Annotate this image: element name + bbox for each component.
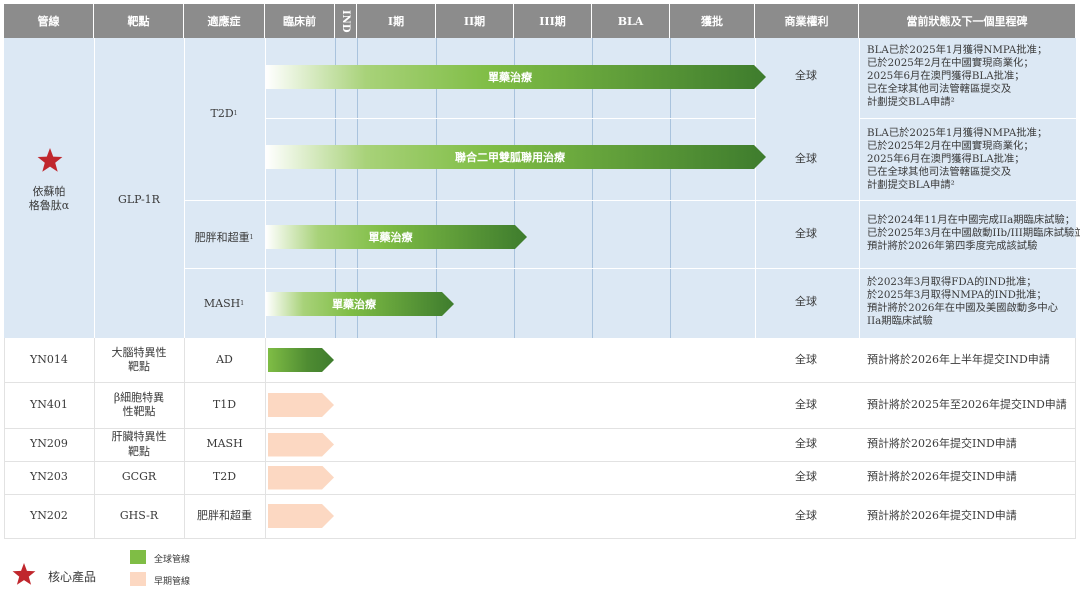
row-milestone: 預計將於2026年提交IND申請: [867, 437, 1017, 451]
row-milestone: 預計將於2025年至2026年提交IND申請: [867, 397, 1067, 411]
band-divider-2: [265, 38, 266, 338]
band-separator-0: [184, 200, 1076, 201]
row-target: GHS-R: [119, 508, 159, 522]
legend-global-label: 全球管線: [154, 555, 191, 565]
row-col-divider: [265, 338, 266, 382]
row-col-divider: [265, 461, 266, 494]
header-3: 臨床前: [265, 4, 335, 38]
rights-mash: 全球: [795, 294, 817, 308]
row-col-divider: [265, 494, 266, 538]
header-8: BLA: [592, 4, 670, 38]
row-bar: [268, 393, 334, 417]
core-product-target: GLP-1R: [118, 192, 160, 206]
header-6: II期: [436, 4, 514, 38]
star-icon: [37, 148, 63, 172]
bar-mash-monotherapy: 單藥治療: [266, 292, 454, 316]
band-divider-4: [859, 38, 860, 338]
legend-early-label: 早期管線: [154, 577, 191, 587]
row-bar: [268, 466, 334, 490]
header-11: 當前狀態及下一個里程碑: [859, 4, 1076, 38]
header-1: 靶點: [94, 4, 184, 38]
bar-t2d-combination: 聯合二甲雙胍聯用治療: [266, 145, 766, 169]
row-indication: 肥胖和超重: [197, 508, 252, 522]
legend-core-label: 核心產品: [48, 570, 97, 584]
header-0: 管線: [4, 4, 94, 38]
row-target: β細胞特異 性靶點: [113, 390, 165, 418]
row-bar: [268, 504, 334, 528]
row-rights: 全球: [795, 352, 817, 366]
pipeline-table: 管線 靶點 適應症 臨床前 IND I期 II期 III期 BLA 獲批 商業權利 當前狀態及下一個里…: [4, 4, 1080, 539]
header-7: III期: [514, 4, 592, 38]
row-target: GCGR: [121, 470, 157, 484]
header-10: 商業權利: [755, 4, 859, 38]
row-name: YN203: [30, 470, 68, 484]
header-5: I期: [357, 4, 436, 38]
row-rights: 全球: [795, 470, 817, 484]
row-milestone: 預計將於2026年上半年提交IND申請: [867, 352, 1050, 366]
row-target: 肝臟特異性 靶點: [111, 430, 167, 458]
row-target: 大腦特異性 靶點: [111, 345, 167, 373]
star-icon: [12, 563, 36, 585]
row-name: YN014: [30, 352, 68, 366]
milestone-t2d-combination: BLA已於2025年1月獲得NMPA批准； 已於2025年2月在中國實現商業化；…: [867, 127, 1048, 192]
rights-t2d-monotherapy: 全球: [795, 68, 817, 82]
row-indication: T2D: [212, 470, 237, 484]
row-indication: T1D: [212, 397, 237, 411]
row-name: YN202: [30, 508, 68, 522]
row-indication: MASH: [206, 437, 243, 451]
header-9: 獲批: [670, 4, 755, 38]
header-4: IND: [335, 4, 357, 38]
indication-t2d: T2D 1: [210, 106, 238, 120]
bar-t2d-monotherapy: 單藥治療: [266, 65, 766, 89]
row-col-divider: [265, 428, 266, 461]
bar-obesity-monotherapy: 單藥治療: [266, 225, 527, 249]
row-milestone: 預計將於2026年提交IND申請: [867, 508, 1017, 522]
row-name: YN401: [30, 397, 68, 411]
row-name: YN209: [30, 437, 68, 451]
row-milestone: 預計將於2026年提交IND申請: [867, 470, 1017, 484]
band-divider-0: [94, 38, 95, 338]
row-rights: 全球: [795, 397, 817, 411]
milestone-obesity: 已於2024年11月在中國完成IIa期臨床試驗； 已於2025年3月在中國啟動I…: [867, 214, 1080, 253]
milestone-mash: 於2023年3月取得FDA的IND批准； 於2025年3月取得NMPA的IND批…: [867, 276, 1058, 328]
row-rights: 全球: [795, 437, 817, 451]
header-2: 適應症: [184, 4, 265, 38]
rights-t2d-combination: 全球: [795, 151, 817, 165]
row-rights: 全球: [795, 508, 817, 522]
indication-obesity: 肥胖和超重 1: [194, 230, 254, 244]
row-bar: [268, 433, 334, 457]
band-separator-1: [184, 268, 1076, 269]
band-divider-1: [184, 38, 185, 338]
rights-obesity: 全球: [795, 226, 817, 240]
row-separator: [4, 538, 1076, 539]
row-col-divider: [265, 382, 266, 428]
band-separator-3: [859, 118, 1076, 119]
indication-mash: MASH 1: [203, 296, 245, 310]
row-indication: AD: [216, 352, 233, 366]
row-bar: [268, 348, 334, 372]
legend-global-swatch: [130, 550, 146, 564]
band-separator-2: [265, 118, 755, 119]
legend-early-swatch: [130, 572, 146, 586]
milestone-t2d-monotherapy: BLA已於2025年1月獲得NMPA批准； 已於2025年2月在中國實現商業化；…: [867, 44, 1048, 109]
core-product-name: 依蘇帕 格魯肽α: [28, 184, 70, 212]
